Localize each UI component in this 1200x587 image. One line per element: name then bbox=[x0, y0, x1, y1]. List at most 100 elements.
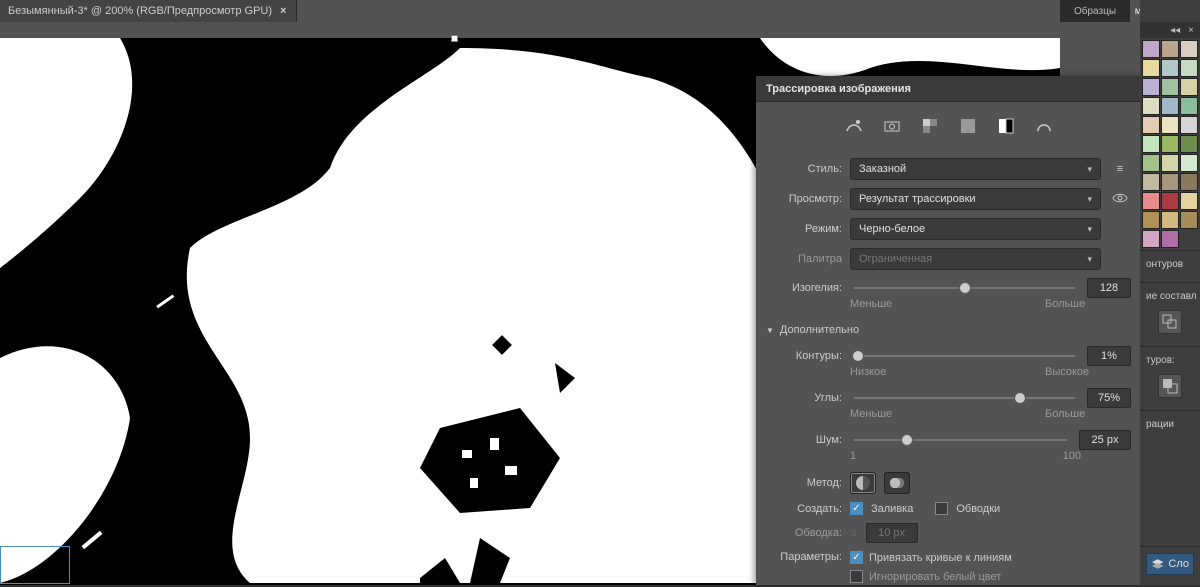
stepper-icon: ⇅ bbox=[850, 528, 858, 539]
selection-marquee[interactable] bbox=[0, 546, 70, 584]
palette-select: Ограниченная ▾ bbox=[850, 248, 1101, 270]
ignore-white-checkbox[interactable] bbox=[850, 570, 863, 583]
image-trace-panel: Трассировка изображения Стиль: Заказной … bbox=[756, 76, 1141, 585]
selection-handle[interactable] bbox=[451, 35, 458, 42]
swatch[interactable] bbox=[1161, 59, 1179, 77]
trace-preset-row bbox=[756, 102, 1141, 154]
swatch-grid bbox=[1140, 38, 1200, 250]
swatch[interactable] bbox=[1142, 40, 1160, 58]
view-select[interactable]: Результат трассировки ▾ bbox=[850, 188, 1101, 210]
style-select[interactable]: Заказной ▾ bbox=[850, 158, 1101, 180]
swatch[interactable] bbox=[1161, 211, 1179, 229]
swatch[interactable] bbox=[1161, 135, 1179, 153]
preset-bw-icon[interactable] bbox=[996, 116, 1016, 136]
swatch[interactable] bbox=[1142, 154, 1160, 172]
stroke-width-label: Обводка: bbox=[766, 527, 842, 539]
swatch[interactable] bbox=[1180, 192, 1198, 210]
threshold-slider[interactable] bbox=[854, 287, 1075, 289]
paths-slider[interactable] bbox=[854, 355, 1075, 357]
swatch[interactable] bbox=[1142, 211, 1160, 229]
noise-slider[interactable] bbox=[854, 439, 1067, 441]
disclosure-triangle-icon: ▼ bbox=[766, 326, 774, 335]
slider-thumb[interactable] bbox=[1014, 392, 1026, 404]
method-overlapping-button[interactable] bbox=[884, 472, 910, 494]
swatch[interactable] bbox=[1161, 192, 1179, 210]
advanced-section-toggle[interactable]: ▼ Дополнительно bbox=[756, 316, 1141, 342]
paths-label: Контуры: bbox=[766, 350, 842, 362]
dock-align-label: ие составл bbox=[1144, 287, 1196, 306]
swatch[interactable] bbox=[1180, 40, 1198, 58]
compound-shape-icon[interactable] bbox=[1158, 310, 1182, 334]
method-label: Метод: bbox=[766, 477, 842, 489]
panel-title[interactable]: Трассировка изображения bbox=[756, 76, 1141, 102]
close-icon[interactable]: × bbox=[278, 5, 288, 17]
swatch[interactable] bbox=[1161, 116, 1179, 134]
fills-checkbox[interactable]: ✓ bbox=[850, 502, 863, 515]
swatch[interactable] bbox=[1142, 59, 1160, 77]
document-tab-title: Безымянный-3* @ 200% (RGB/Предпросмотр G… bbox=[8, 5, 272, 17]
strokes-label: Обводки bbox=[956, 503, 1000, 515]
preset-grey-icon[interactable] bbox=[958, 116, 978, 136]
layers-button[interactable]: Сло bbox=[1146, 553, 1194, 575]
swatch[interactable] bbox=[1161, 78, 1179, 96]
swatch[interactable] bbox=[1180, 116, 1198, 134]
slider-thumb[interactable] bbox=[901, 434, 913, 446]
corners-value[interactable]: 75% bbox=[1087, 388, 1131, 408]
preview-eye-icon[interactable] bbox=[1109, 192, 1131, 207]
close-icon[interactable]: × bbox=[1188, 25, 1194, 36]
swatch[interactable] bbox=[1142, 173, 1160, 191]
snap-curves-label: Привязать кривые к линиям bbox=[869, 552, 1012, 564]
preset-auto-color-icon[interactable] bbox=[844, 116, 864, 136]
swatch[interactable] bbox=[1142, 230, 1160, 248]
slider-thumb[interactable] bbox=[852, 350, 864, 362]
threshold-value[interactable]: 128 bbox=[1087, 278, 1131, 298]
swatch[interactable] bbox=[1161, 230, 1179, 248]
swatch[interactable] bbox=[1180, 173, 1198, 191]
swatch[interactable] bbox=[1142, 78, 1160, 96]
stroke-width-value: 10 px bbox=[866, 523, 918, 543]
preset-photo-icon[interactable] bbox=[882, 116, 902, 136]
swatch[interactable] bbox=[1142, 135, 1160, 153]
mode-select[interactable]: Черно-белое ▾ bbox=[850, 218, 1101, 240]
chevron-down-icon: ▾ bbox=[1087, 194, 1092, 205]
corners-slider[interactable] bbox=[854, 397, 1075, 399]
dock-pathfind-label: туров: bbox=[1144, 351, 1196, 370]
swatches-tab[interactable]: Образцы bbox=[1060, 0, 1130, 22]
snap-curves-checkbox[interactable]: ✓ bbox=[850, 551, 863, 564]
swatch[interactable] bbox=[1180, 97, 1198, 115]
panel-menu-icon[interactable]: ≡ bbox=[1109, 163, 1131, 175]
style-label: Стиль: bbox=[766, 163, 842, 175]
strokes-checkbox[interactable] bbox=[935, 502, 948, 515]
ignore-white-label: Игнорировать белый цвет bbox=[869, 571, 1001, 583]
swatch[interactable] bbox=[1161, 97, 1179, 115]
slider-thumb[interactable] bbox=[959, 282, 971, 294]
document-tab[interactable]: Безымянный-3* @ 200% (RGB/Предпросмотр G… bbox=[0, 0, 297, 22]
pathfinder-icon[interactable] bbox=[1158, 374, 1182, 398]
swatch[interactable] bbox=[1180, 135, 1198, 153]
collapse-icon[interactable]: ◂◂ bbox=[1170, 25, 1180, 36]
swatch[interactable] bbox=[1161, 154, 1179, 172]
swatch[interactable] bbox=[1161, 173, 1179, 191]
paths-value[interactable]: 1% bbox=[1087, 346, 1131, 366]
right-dock: ◂◂ × онтуров ие составл туров: рации Сло bbox=[1140, 0, 1200, 585]
dock-collapse-bar: ◂◂ × bbox=[1140, 22, 1200, 38]
method-abutting-button[interactable] bbox=[850, 472, 876, 494]
swatch[interactable] bbox=[1142, 116, 1160, 134]
swatch[interactable] bbox=[1161, 40, 1179, 58]
view-label: Просмотр: bbox=[766, 193, 842, 205]
preset-outline-icon[interactable] bbox=[1034, 116, 1054, 136]
preset-shades-icon[interactable] bbox=[920, 116, 940, 136]
noise-value[interactable]: 25 px bbox=[1079, 430, 1131, 450]
create-label: Создать: bbox=[766, 503, 842, 515]
swatch[interactable] bbox=[1142, 192, 1160, 210]
mode-label: Режим: bbox=[766, 223, 842, 235]
chevron-down-icon: ▾ bbox=[1087, 224, 1092, 235]
swatch[interactable] bbox=[1180, 211, 1198, 229]
swatch[interactable] bbox=[1180, 78, 1198, 96]
palette-label: Палитра bbox=[766, 253, 842, 265]
swatch[interactable] bbox=[1180, 154, 1198, 172]
swatch[interactable] bbox=[1180, 59, 1198, 77]
threshold-label: Изогелия: bbox=[766, 282, 842, 294]
swatch[interactable] bbox=[1142, 97, 1160, 115]
noise-label: Шум: bbox=[766, 434, 842, 446]
